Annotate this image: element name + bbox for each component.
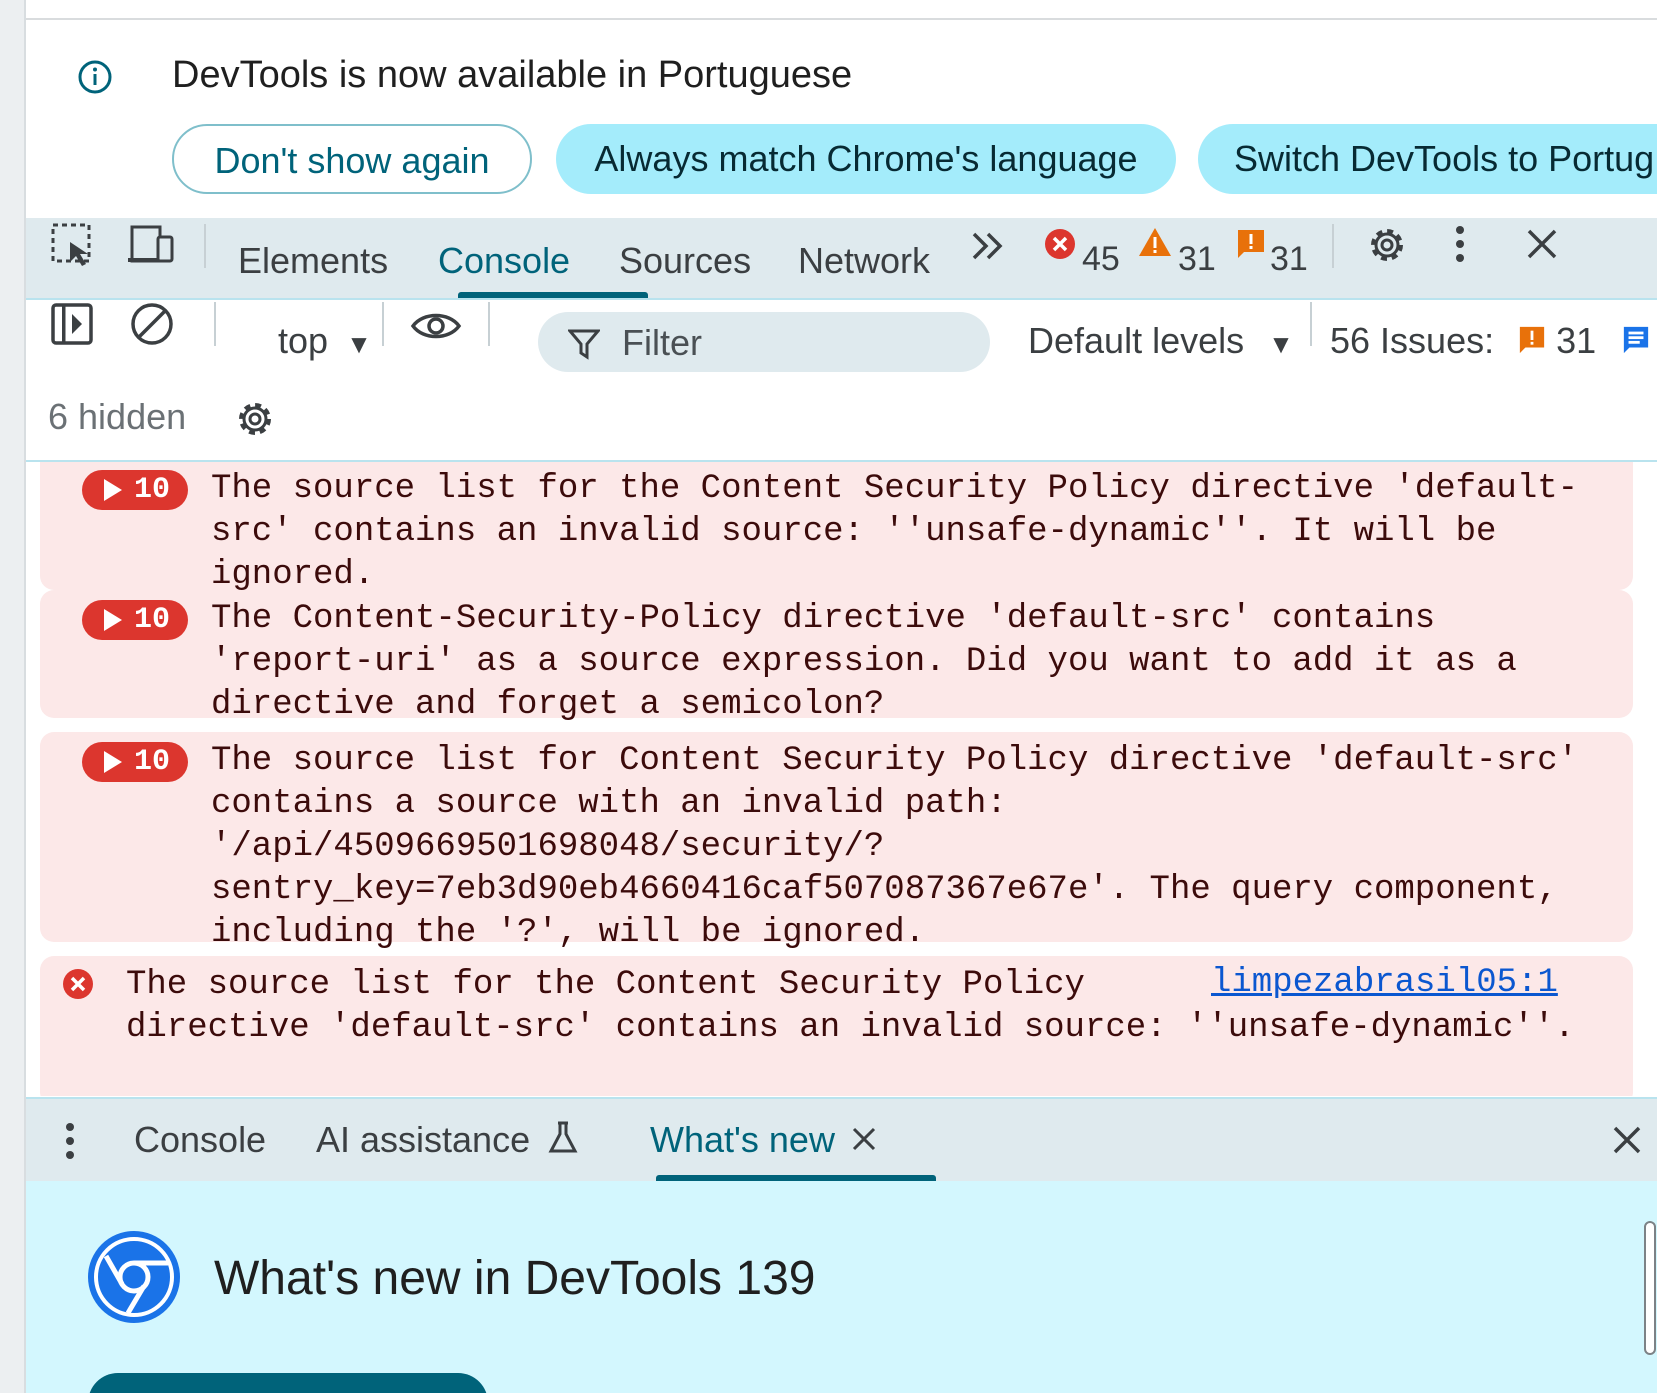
console-settings-gear-icon[interactable] — [232, 396, 278, 442]
console-messages: 10 The source list for the Content Secur… — [26, 462, 1657, 1096]
chrome-devtools-logo-icon — [88, 1231, 180, 1323]
issue-icon — [1238, 230, 1264, 258]
settings-gear-icon[interactable] — [1364, 222, 1410, 268]
clear-console-icon[interactable] — [130, 302, 174, 346]
active-tab-indicator — [458, 292, 648, 298]
sidebar-toggle-icon[interactable] — [50, 302, 94, 346]
message-text: The source list for Content Security Pol… — [211, 742, 1579, 952]
close-drawer-icon[interactable] — [1612, 1125, 1642, 1155]
console-toolbar: top ▼ Filter Default levels ▼ 56 Issues:… — [26, 300, 1657, 462]
info-icon — [78, 60, 112, 94]
switch-language-button[interactable]: Switch DevTools to Portug — [1198, 124, 1657, 194]
left-gutter — [0, 0, 26, 1393]
whats-new-scrollbar[interactable] — [1644, 1221, 1656, 1355]
window-top-edge — [0, 0, 1657, 20]
drawer-more-options-icon[interactable] — [64, 1121, 76, 1161]
drawer-toolbar: Console AI assistance What's new — [26, 1097, 1657, 1183]
console-error-message[interactable]: The source list for the Content Security… — [40, 956, 1633, 1096]
filter-placeholder: Filter — [622, 322, 702, 363]
error-icon — [1045, 229, 1075, 259]
log-levels-dropdown[interactable]: Default levels ▼ — [1028, 320, 1294, 362]
inspect-element-icon[interactable] — [50, 222, 96, 268]
tab-elements[interactable]: Elements — [238, 240, 388, 282]
toolbar-separator — [204, 224, 206, 268]
repeat-count-badge[interactable]: 10 — [82, 600, 188, 640]
source-location-link[interactable]: limpezabrasil05:1 — [1211, 964, 1558, 1002]
always-match-language-button[interactable]: Always match Chrome's language — [556, 124, 1176, 194]
drawer-tab-console[interactable]: Console — [134, 1119, 266, 1161]
drawer-tab-whats-new[interactable]: What's new — [650, 1119, 877, 1161]
tab-sources[interactable]: Sources — [619, 240, 751, 282]
issues-counter[interactable]: 56 Issues: 31 25 — [1330, 320, 1657, 362]
console-error-message[interactable]: 10 The Content-Security-Policy directive… — [40, 590, 1633, 724]
context-selector[interactable]: top ▼ — [278, 320, 372, 362]
dont-show-again-button[interactable]: Don't show again — [172, 124, 532, 194]
issue-error-icon — [1519, 326, 1545, 354]
expand-triangle-icon — [104, 609, 122, 631]
repeat-count: 10 — [134, 473, 171, 507]
repeat-count-badge[interactable]: 10 — [82, 470, 188, 510]
context-selector-label: top — [278, 320, 329, 361]
language-infobar: DevTools is now available in Portuguese … — [26, 20, 1657, 218]
warning-icon — [1139, 228, 1171, 256]
message-text: The source list for the Content Security… — [211, 470, 1579, 594]
toolbar-separator — [488, 302, 490, 346]
drawer-tab-ai-assistance[interactable]: AI assistance — [316, 1119, 578, 1161]
error-icon — [63, 969, 93, 999]
drawer-tab-ai-assistance-label: AI assistance — [316, 1119, 531, 1160]
repeat-count: 10 — [134, 603, 171, 637]
close-devtools-icon[interactable] — [1526, 228, 1558, 260]
repeat-count-badge[interactable]: 10 — [82, 742, 188, 782]
issue-info-icon — [1624, 326, 1649, 354]
issues-error-count: 31 — [1556, 320, 1597, 361]
toolbar-separator — [214, 302, 216, 346]
drawer-tab-whats-new-label: What's new — [650, 1119, 835, 1160]
live-expression-eye-icon[interactable] — [410, 310, 462, 342]
hidden-messages-count: 6 hidden — [48, 396, 187, 437]
toolbar-separator — [1310, 302, 1312, 346]
whats-new-title: What's new in DevTools 139 — [214, 1252, 816, 1305]
tab-console[interactable]: Console — [438, 240, 570, 282]
toolbar-separator — [1332, 224, 1334, 268]
dropdown-arrow-icon: ▼ — [346, 329, 372, 359]
toolbar-separator — [382, 302, 384, 346]
console-error-message[interactable]: 10 The source list for the Content Secur… — [40, 462, 1633, 594]
log-levels-label: Default levels — [1028, 320, 1245, 361]
warning-count[interactable]: 31 — [1178, 240, 1216, 279]
repeat-count: 10 — [134, 745, 171, 779]
device-toolbar-icon[interactable] — [126, 224, 176, 266]
more-options-icon[interactable] — [1454, 224, 1466, 264]
console-error-message[interactable]: 10 The source list for Content Security … — [40, 732, 1633, 952]
expand-triangle-icon — [104, 751, 122, 773]
issues-label: 56 Issues: — [1330, 320, 1495, 361]
dropdown-arrow-icon: ▼ — [1268, 329, 1294, 359]
whats-new-panel: What's new in DevTools 139 — [26, 1181, 1657, 1393]
whats-new-action-button[interactable] — [88, 1373, 488, 1393]
more-tabs-chevron-icon[interactable] — [970, 230, 1006, 262]
expand-triangle-icon — [104, 479, 122, 501]
tab-network[interactable]: Network — [798, 240, 930, 282]
main-toolbar: Elements Console Sources Network 45 31 3… — [26, 218, 1657, 300]
filter-funnel-icon — [568, 329, 600, 360]
message-text: The Content-Security-Policy directive 'd… — [211, 600, 1517, 724]
error-count[interactable]: 45 — [1082, 240, 1120, 279]
filter-input[interactable]: Filter — [538, 312, 990, 372]
experiment-flask-icon — [548, 1121, 578, 1153]
close-tab-icon[interactable] — [851, 1126, 877, 1152]
infobar-message: DevTools is now available in Portuguese — [172, 54, 853, 96]
issue-count[interactable]: 31 — [1270, 240, 1308, 279]
